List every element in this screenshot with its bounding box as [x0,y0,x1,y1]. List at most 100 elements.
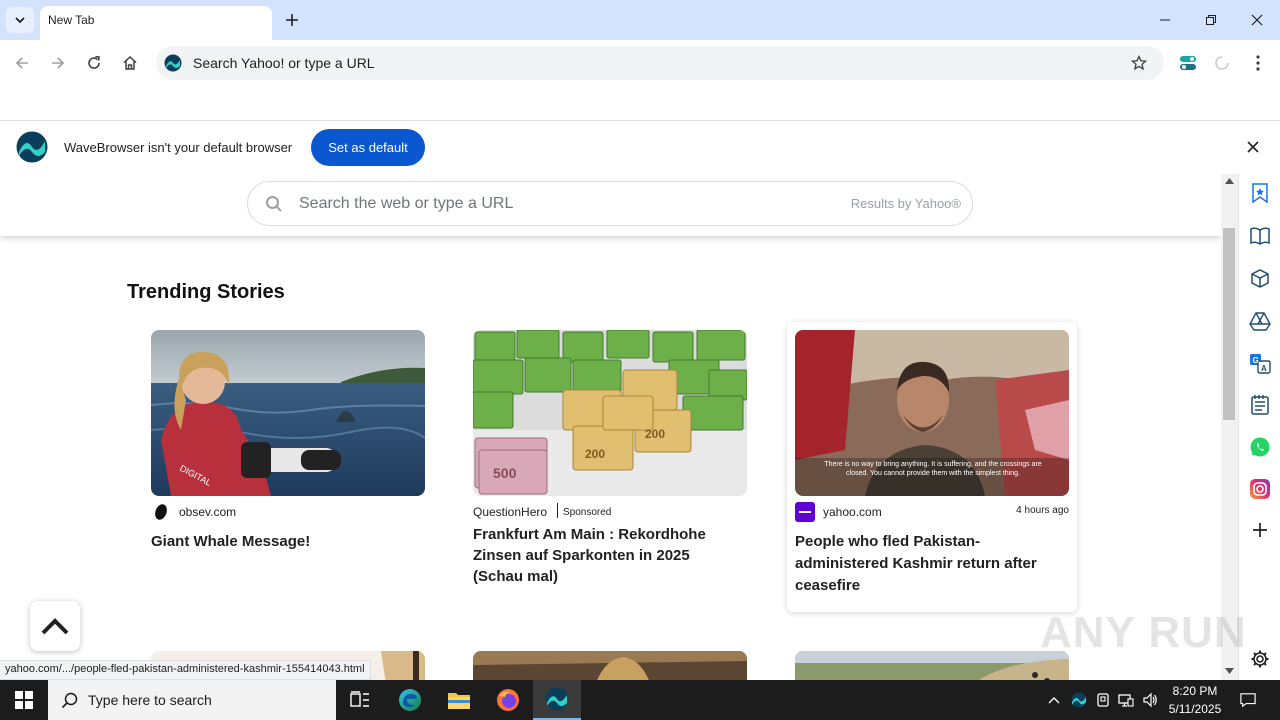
restore-icon [1206,15,1216,25]
svg-text:G: G [1253,356,1259,365]
taskbar-search-box[interactable]: Type here to search [48,680,336,720]
scroll-thumb[interactable] [1223,228,1235,420]
minimize-icon [1160,19,1170,21]
box-icon [1251,269,1269,288]
whatsapp-button[interactable] [1247,434,1273,460]
edge-app-button[interactable] [386,680,434,720]
restore-button[interactable] [1188,0,1234,40]
story-card[interactable]: DIGITAL obsev.com Giant Whale Message! [143,322,433,612]
scroll-to-top-button[interactable] [30,601,80,651]
story-image-partial[interactable] [795,651,1069,680]
story-image-partial[interactable] [473,651,747,680]
tab-new-tab[interactable]: New Tab [40,6,272,40]
default-browser-infobar: WaveBrowser isn't your default browser S… [0,120,1280,174]
story-card[interactable]: 500 200 200 QuestionHero Sponsored Frank… [465,322,755,612]
tray-device[interactable] [1095,692,1111,708]
home-icon [123,55,137,70]
svg-text:500: 500 [493,465,517,481]
whatsapp-icon [1250,437,1270,457]
taskbar-search-placeholder: Type here to search [88,692,212,708]
close-window-button[interactable] [1234,0,1280,40]
extension-loading-button[interactable] [1208,49,1236,77]
reload-icon [88,55,100,69]
wavebrowser-app-button[interactable] [533,680,581,720]
status-bubble-url: yahoo.com/.../people-fled-pakistan-admin… [0,660,371,680]
translate-button[interactable]: GA [1247,350,1273,376]
scroll-down-arrow-icon[interactable] [1225,668,1234,674]
menu-button[interactable] [1244,49,1272,77]
story-time: 4 hours ago [1016,505,1069,516]
clock-time[interactable]: 8:20 PM [1160,684,1230,698]
clock-date[interactable]: 5/11/2025 [1160,702,1230,716]
wavebrowser-logo-icon [164,54,182,72]
drive-button[interactable] [1247,308,1273,334]
search-icon [61,692,78,709]
story-source: obsev.com [151,502,425,522]
omnibox[interactable]: Search Yahoo! or type a URL [156,46,1164,80]
story-source: yahoo.com 4 hours ago [795,502,1069,522]
tray-volume[interactable] [1142,692,1158,708]
tab-search-button[interactable] [6,7,34,33]
show-hidden-icons-button[interactable] [1046,692,1062,708]
file-explorer-app-button[interactable] [435,680,483,720]
toolbar: Search Yahoo! or type a URL [0,40,1280,86]
source-logo-icon [155,504,167,520]
omnibox-placeholder: Search Yahoo! or type a URL [193,55,375,71]
back-button[interactable] [8,49,36,77]
notes-button[interactable] [1247,392,1273,418]
instagram-button[interactable] [1247,476,1273,502]
task-view-button[interactable] [336,680,384,720]
package-tracker-button[interactable] [1247,265,1273,291]
source-name: yahoo.com [823,505,882,519]
bookmarks-button[interactable] [1247,180,1273,206]
sponsored-label: Sponsored [563,507,612,518]
trending-stories-heading: Trending Stories [127,281,285,303]
set-as-default-button[interactable]: Set as default [311,129,425,166]
firefox-app-button[interactable] [484,680,532,720]
network-icon [1118,694,1134,707]
page-scrollbar[interactable] [1221,174,1238,680]
story-title[interactable]: People who fled Pakistan-administered Ka… [795,531,1065,597]
tab-title: New Tab [48,13,95,27]
source-name: QuestionHero [473,505,548,519]
forward-button[interactable] [44,49,72,77]
home-button[interactable] [116,49,144,77]
watermark: ANY RUN [1040,608,1247,657]
title-bar: New Tab [0,0,1280,40]
scroll-up-arrow-icon[interactable] [1225,178,1234,184]
new-tab-button[interactable] [280,8,304,32]
reload-button[interactable] [80,49,108,77]
start-button[interactable] [0,680,48,720]
story-title[interactable]: Giant Whale Message! [151,531,421,553]
device-icon [1097,693,1109,707]
add-sidebar-app-button[interactable] [1247,517,1273,543]
windows-taskbar: Type here to search 8:20 PM 5/11/2025 [0,680,1280,720]
more-vert-icon [1256,55,1260,71]
tray-wavebrowser[interactable] [1071,692,1087,708]
notifications-button[interactable] [1240,692,1256,708]
gear-icon [1251,650,1269,668]
tray-network[interactable] [1118,692,1134,708]
sidebar-settings-button[interactable] [1247,646,1273,672]
reading-list-button[interactable] [1247,223,1273,249]
star-icon[interactable] [1131,55,1147,71]
windows-logo-icon [15,691,33,709]
web-search-input[interactable]: Search the web or type a URL Results by … [247,181,973,226]
chevron-up-icon [1048,697,1060,704]
minimize-button[interactable] [1142,0,1188,40]
extension-button[interactable] [1174,49,1202,77]
source-name: obsev.com [179,505,237,519]
translate-icon: GA [1250,354,1271,374]
story-image-whale: DIGITAL [151,330,425,496]
svg-text:200: 200 [645,427,665,441]
task-view-icon [350,691,369,707]
chevron-up-icon [41,618,69,635]
story-card[interactable]: There is no way to bring anything. It is… [787,322,1077,612]
notification-icon [1240,693,1256,708]
story-title[interactable]: Frankfurt Am Main : Rekordhohe Zinsen au… [473,524,743,587]
toggle-extension-icon [1180,56,1196,70]
yahoo-logo-icon [795,502,815,522]
image-caption: There is no way to bring anything. It is… [824,461,1042,477]
bookmark-star-icon [1252,183,1268,204]
close-icon[interactable] [1247,141,1259,153]
